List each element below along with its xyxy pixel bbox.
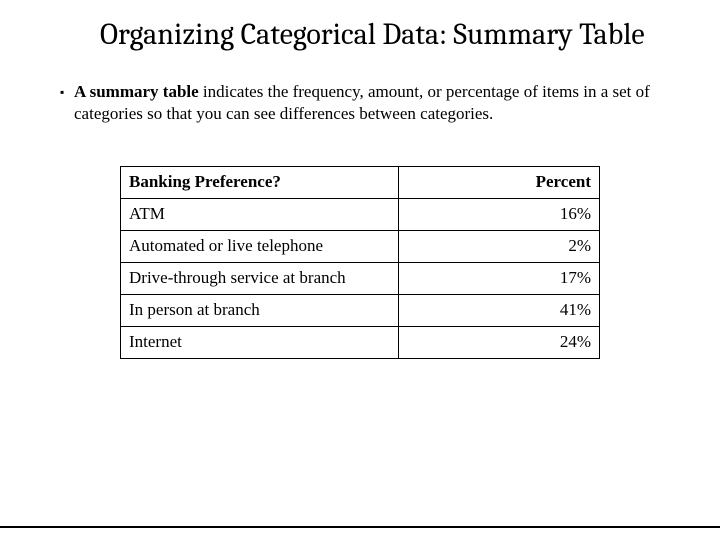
- table-cell-label: Automated or live telephone: [121, 231, 399, 263]
- table-header-left: Banking Preference?: [121, 167, 399, 199]
- square-bullet-icon: ▪: [60, 81, 74, 103]
- slide: Organizing Categorical Data: Summary Tab…: [0, 0, 720, 540]
- summary-table-wrap: Banking Preference? Percent ATM 16% Auto…: [120, 166, 600, 359]
- table-cell-value: 2%: [398, 231, 599, 263]
- table-cell-value: 24%: [398, 327, 599, 359]
- table-cell-value: 16%: [398, 199, 599, 231]
- table-cell-value: 17%: [398, 263, 599, 295]
- table-cell-label: Internet: [121, 327, 399, 359]
- bullet-text: A summary table indicates the frequency,…: [74, 81, 660, 127]
- footer-rule: [0, 526, 720, 528]
- table-row: Drive-through service at branch 17%: [121, 263, 600, 295]
- table-row: Automated or live telephone 2%: [121, 231, 600, 263]
- table-row: Internet 24%: [121, 327, 600, 359]
- table-row: ATM 16%: [121, 199, 600, 231]
- page-title: Organizing Categorical Data: Summary Tab…: [100, 18, 670, 53]
- table-header-row: Banking Preference? Percent: [121, 167, 600, 199]
- table-row: In person at branch 41%: [121, 295, 600, 327]
- bullet-block: ▪ A summary table indicates the frequenc…: [60, 81, 660, 127]
- bullet-item: ▪ A summary table indicates the frequenc…: [60, 81, 660, 127]
- table-cell-value: 41%: [398, 295, 599, 327]
- table-cell-label: ATM: [121, 199, 399, 231]
- summary-table: Banking Preference? Percent ATM 16% Auto…: [120, 166, 600, 359]
- bullet-lead-bold: A summary table: [74, 82, 199, 101]
- table-header-right: Percent: [398, 167, 599, 199]
- table-cell-label: Drive-through service at branch: [121, 263, 399, 295]
- table-cell-label: In person at branch: [121, 295, 399, 327]
